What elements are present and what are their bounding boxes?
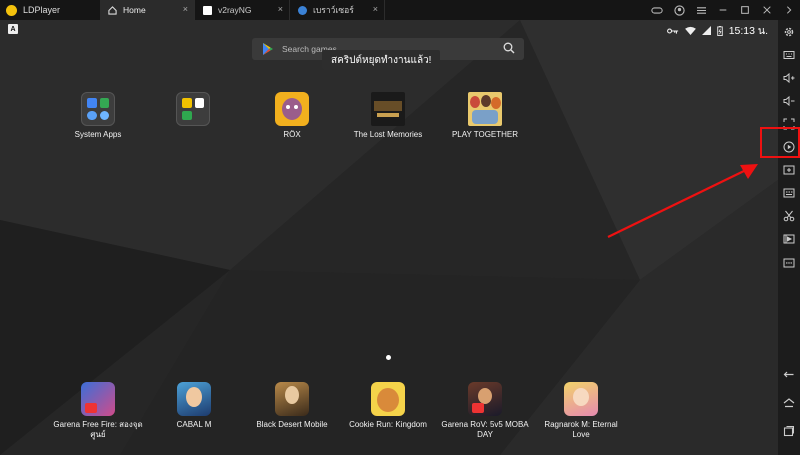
record-icon: [783, 141, 795, 153]
multi-instance-icon: [783, 188, 795, 198]
status-bar: A 15:13 น.: [0, 20, 778, 38]
battery-icon: [716, 25, 723, 36]
tab-label: v2rayNG: [218, 5, 252, 15]
app-label: RÖX: [283, 130, 301, 139]
scissors-icon: [783, 210, 795, 222]
recent-apps-icon: [783, 426, 794, 437]
recent-apps-button[interactable]: [778, 421, 800, 441]
status-icons: 15:13 น.: [666, 22, 768, 39]
cookie-run-icon: [371, 382, 405, 416]
app-play-together[interactable]: PLAY TOGETHER: [440, 92, 530, 140]
app-label: The Lost Memories: [353, 130, 423, 139]
tab-v2rayng[interactable]: v2rayNG ×: [195, 0, 290, 20]
tab-close-icon[interactable]: ×: [183, 4, 188, 14]
fullscreen-button[interactable]: [778, 114, 800, 134]
app-garena-free-fire[interactable]: Garena Free Fire: สองจุด ศูนย์: [53, 382, 143, 440]
close-icon[interactable]: [756, 0, 778, 20]
app-folder-2[interactable]: [148, 92, 238, 130]
android-screen: A 15:13 น. Search games สคริปต์หยุดทำงาน…: [0, 20, 778, 455]
page-indicator: [386, 355, 391, 360]
app-label: Cookie Run: Kingdom: [349, 420, 427, 429]
tab-label: เบราว์เซอร์: [313, 5, 354, 15]
app-label: Ragnarok M: Eternal Love: [544, 420, 618, 439]
app-garena-rov[interactable]: Garena RoV: 5v5 MOBA DAY: [440, 382, 530, 440]
screenshot-icon: [783, 165, 795, 175]
free-fire-icon: [81, 382, 115, 416]
app-brand: LDPlayer: [0, 4, 100, 16]
folder-icon: [81, 92, 115, 126]
search-icon[interactable]: [503, 42, 515, 54]
ragnarok-m-icon: [564, 382, 598, 416]
app-rox[interactable]: RÖX: [247, 92, 337, 140]
volume-down-button[interactable]: [778, 91, 800, 111]
globe-icon: [298, 5, 307, 15]
app-label: PLAY TOGETHER: [451, 130, 519, 139]
app-black-desert-mobile[interactable]: Black Desert Mobile: [247, 382, 337, 430]
more-icon: [783, 258, 795, 268]
video-icon: [783, 234, 795, 244]
rox-icon: [275, 92, 309, 126]
app-label: CABAL M: [176, 420, 212, 429]
screenshot-button[interactable]: [778, 160, 800, 180]
multi-instance-button[interactable]: [778, 183, 800, 203]
tab-label: Home: [123, 5, 146, 15]
black-desert-icon: [275, 382, 309, 416]
v2rayng-icon: [203, 5, 212, 15]
volume-up-icon: [783, 72, 795, 84]
back-button[interactable]: [778, 365, 800, 385]
operation-recorder-button[interactable]: [778, 137, 800, 157]
key-icon: [666, 27, 678, 34]
ragnarok-lost-memories-icon: [371, 92, 405, 126]
fullscreen-icon: [783, 118, 795, 130]
app-label: Black Desert Mobile: [256, 420, 328, 429]
home-icon: [108, 5, 117, 15]
account-icon[interactable]: [668, 0, 690, 20]
back-icon: [783, 371, 794, 378]
window-controls: [646, 0, 800, 20]
keyboard-icon: [783, 51, 795, 59]
signal-icon: [701, 26, 711, 35]
app-label: Garena RoV: 5v5 MOBA DAY: [441, 420, 529, 439]
ldplayer-logo-icon: [6, 4, 17, 16]
tab-close-icon[interactable]: ×: [373, 4, 378, 14]
app-cookie-run-kingdom[interactable]: Cookie Run: Kingdom: [343, 382, 433, 430]
tab-browser[interactable]: เบราว์เซอร์ ×: [290, 0, 385, 20]
gamepad-icon[interactable]: [646, 0, 668, 20]
play-together-icon: [468, 92, 502, 126]
wifi-icon: [684, 26, 696, 35]
tab-close-icon[interactable]: ×: [278, 4, 283, 14]
app-name: LDPlayer: [23, 5, 61, 15]
expand-sidebar-icon[interactable]: [778, 0, 800, 20]
volume-down-icon: [783, 95, 795, 107]
volume-up-button[interactable]: [778, 68, 800, 88]
menu-icon[interactable]: [690, 0, 712, 20]
scissors-button[interactable]: [778, 206, 800, 226]
settings-button[interactable]: [778, 22, 800, 42]
maximize-icon[interactable]: [734, 0, 756, 20]
cabal-m-icon: [177, 382, 211, 416]
folder-icon: [176, 92, 210, 126]
app-label: Garena Free Fire: สองจุด ศูนย์: [53, 420, 143, 439]
more-button[interactable]: [778, 253, 800, 273]
settings-icon: [784, 27, 794, 37]
home-button[interactable]: [778, 393, 800, 413]
tab-home[interactable]: Home ×: [100, 0, 195, 20]
app-label: System Apps: [74, 130, 122, 139]
video-button[interactable]: [778, 229, 800, 249]
ldplayer-window: LDPlayer Home × v2rayNG × เบราว์เซอร์ ×: [0, 0, 800, 455]
keyboard-button[interactable]: [778, 45, 800, 65]
title-bar: LDPlayer Home × v2rayNG × เบราว์เซอร์ ×: [0, 0, 800, 20]
minimize-icon[interactable]: [712, 0, 734, 20]
app-cabal-m[interactable]: CABAL M: [149, 382, 239, 430]
clock: 15:13 น.: [728, 25, 768, 37]
notification-badge: A: [8, 24, 18, 34]
right-toolbar: [778, 20, 800, 455]
app-ragnarok-m[interactable]: Ragnarok M: Eternal Love: [536, 382, 626, 440]
play-store-icon: [263, 43, 273, 55]
app-system-apps[interactable]: System Apps: [53, 92, 143, 140]
app-the-lost-memories[interactable]: The Lost Memories: [343, 92, 433, 140]
rov-icon: [468, 382, 502, 416]
toast-message: สคริปต์หยุดทำงานแล้ว!: [322, 50, 441, 70]
home-icon: [783, 398, 795, 408]
